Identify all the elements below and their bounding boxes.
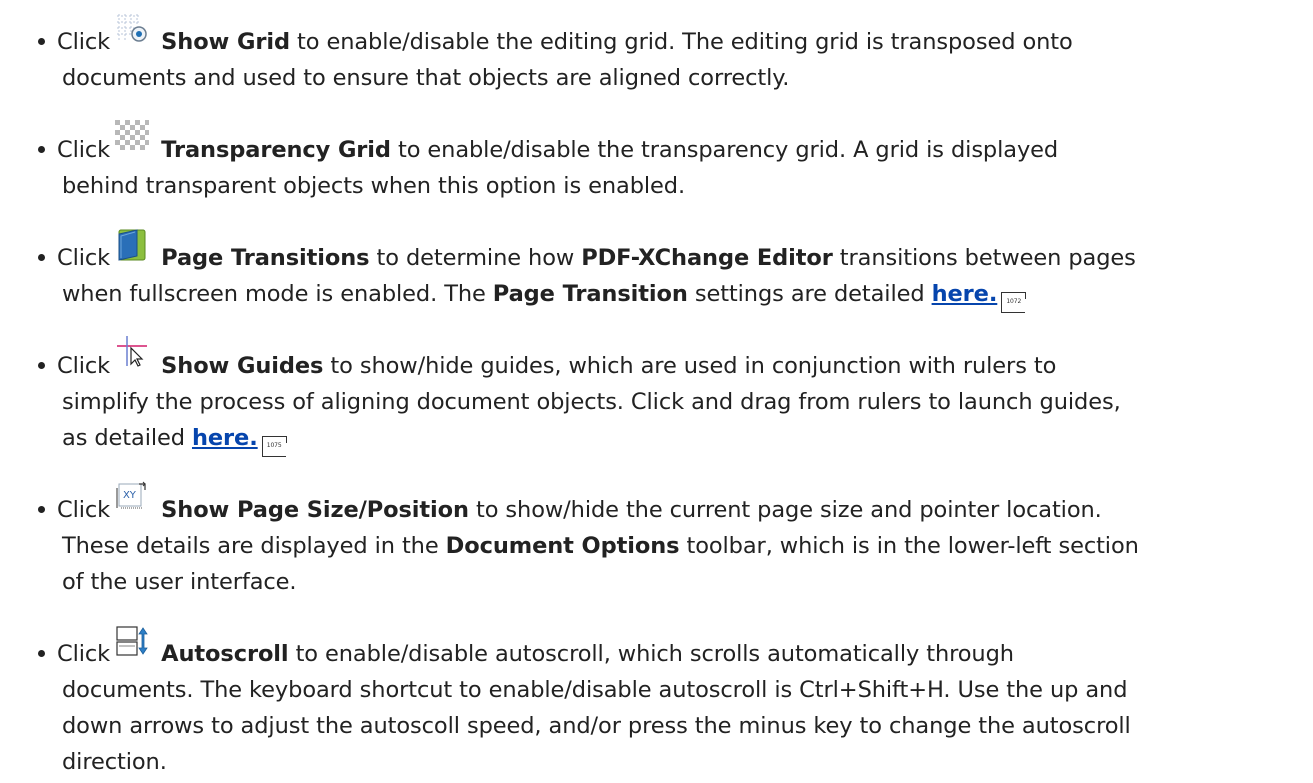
list-item-show-page-size-position: Click XY Show Page Size/Position to show…	[0, 481, 1313, 612]
line-1: Click XY Show Page Size/Position to show…	[38, 481, 1102, 528]
line-1: Click Show Grid to enable/disable the ed…	[38, 14, 1073, 60]
line-3: down arrows to adjust the autoscoll spee…	[62, 713, 1131, 739]
line-2: simplify the process of aligning documen…	[62, 389, 1121, 415]
svg-text:XY: XY	[123, 490, 137, 501]
list-item-show-grid: Click Show Grid to enable/disable the ed…	[0, 14, 1313, 108]
line-2: These details are displayed in the Docum…	[62, 533, 1139, 559]
line-2: when fullscreen mode is enabled. The Pag…	[62, 276, 1027, 313]
page-reference-icon[interactable]: 1075	[261, 436, 287, 457]
line-1: Click Show Guides to show/hide guides, w…	[38, 336, 1056, 384]
line-1: Click Autoscroll to enable/disable autos…	[38, 626, 1014, 672]
show-guides-icon	[115, 334, 149, 368]
line-4: direction.	[62, 749, 167, 775]
bullet	[38, 650, 45, 657]
line-1: Click Page Transitions to determine how …	[38, 229, 1136, 276]
show-grid-icon	[115, 12, 149, 44]
help-document: Click Show Grid to enable/disable the ed…	[0, 0, 1313, 783]
bullet	[38, 506, 45, 513]
line-2: behind transparent objects when this opt…	[62, 173, 686, 199]
bullet	[38, 146, 45, 153]
line-3: of the user interface.	[62, 569, 297, 595]
page-size-position-icon: XY	[115, 478, 149, 512]
list-item-show-guides: Click Show Guides to show/hide guides, w…	[0, 336, 1313, 468]
page-transition-settings-link[interactable]: here.	[932, 281, 998, 307]
page-transitions-icon	[115, 228, 149, 262]
bullet	[38, 362, 45, 369]
autoscroll-icon	[115, 624, 149, 658]
line-1: Click Transparency Grid to enable/disabl…	[38, 120, 1058, 168]
line-2: documents and used to ensure that object…	[62, 65, 790, 91]
guides-details-link[interactable]: here.	[192, 425, 258, 451]
list-item-page-transitions: Click Page Transitions to determine how …	[0, 229, 1313, 324]
list-item-transparency-grid: Click Transparency Grid to enable/disabl…	[0, 120, 1313, 216]
line-2: documents. The keyboard shortcut to enab…	[62, 677, 1128, 703]
transparency-grid-icon	[115, 120, 150, 152]
line-3: as detailed here. 1075	[62, 420, 287, 457]
bullet	[38, 254, 45, 261]
list-item-autoscroll: Click Autoscroll to enable/disable autos…	[0, 626, 1313, 783]
page-reference-icon[interactable]: 1072	[1001, 292, 1027, 313]
bullet	[38, 38, 45, 45]
